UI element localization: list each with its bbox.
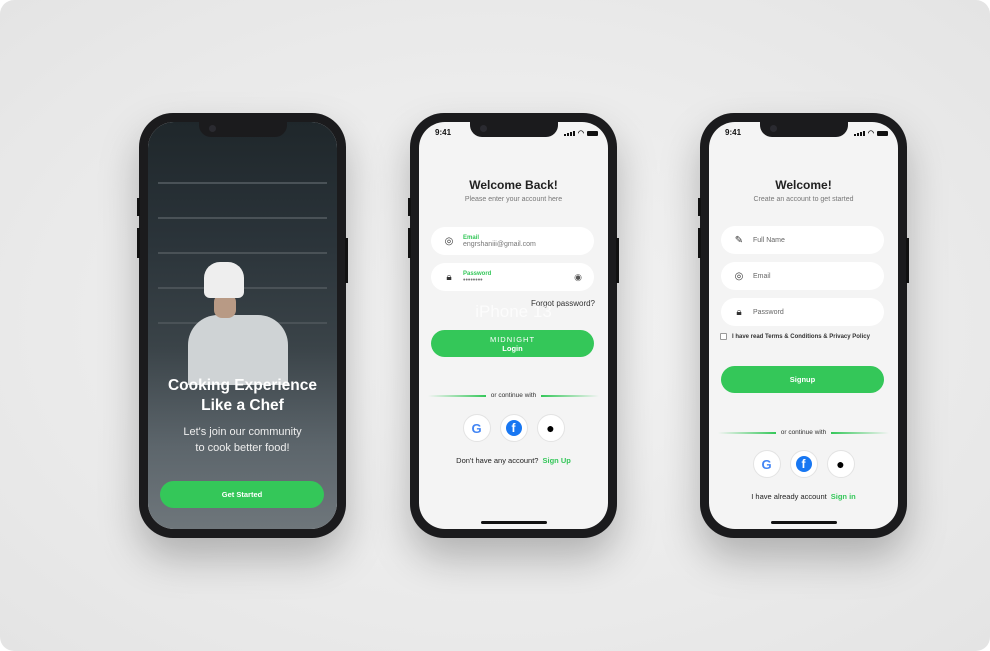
- signup-button[interactable]: Signup: [721, 366, 884, 393]
- terms-checkbox[interactable]: I have read Terms & Conditions & Privacy…: [720, 333, 870, 340]
- wifi-icon: ◠: [867, 130, 874, 137]
- email-field[interactable]: ◎ Email engrshaniii@gmail.com: [431, 227, 594, 255]
- battery-icon: [877, 130, 888, 136]
- lock-icon: 🔒︎: [736, 306, 742, 318]
- battery-icon: [587, 130, 598, 136]
- facebook-button[interactable]: f: [789, 450, 818, 478]
- login-button[interactable]: MIDNIGHT Login: [431, 330, 594, 357]
- facebook-icon: f: [795, 456, 812, 472]
- apple-button[interactable]: ●: [826, 450, 855, 478]
- google-icon: G: [761, 456, 772, 472]
- eye-icon[interactable]: ◉: [574, 272, 582, 283]
- password-field[interactable]: 🔒︎ Password: [721, 298, 884, 326]
- apple-button[interactable]: ●: [536, 414, 565, 442]
- signup-prompt: Don't have any account? Sign Up: [456, 456, 571, 465]
- watermark: iPhone 13: [475, 302, 552, 321]
- signup-screen: 9:41 ◠ Welcome! Create an account to get …: [709, 122, 898, 529]
- signal-icon: [563, 130, 575, 136]
- password-field[interactable]: 🔒︎ Password •••••••• ◉: [431, 263, 594, 291]
- page-subtitle: Create an account to get started: [753, 196, 854, 203]
- user-icon: ◎: [444, 235, 454, 247]
- apple-icon: ●: [546, 420, 555, 436]
- get-started-button[interactable]: Get Started: [160, 481, 324, 508]
- checkbox-icon: [720, 333, 727, 340]
- facebook-icon: f: [505, 420, 522, 436]
- signin-prompt: I have already account Sign in: [751, 492, 856, 501]
- page-subtitle: Please enter your account here: [464, 196, 563, 203]
- lock-icon: 🔒︎: [446, 271, 452, 283]
- divider: or continue with: [709, 429, 898, 436]
- onboarding-subtitle: Let's join our community to cook better f…: [183, 426, 302, 454]
- onboarding-title: Cooking Experience Like a Chef: [167, 377, 317, 414]
- facebook-button[interactable]: f: [499, 414, 528, 442]
- page-title: Welcome!: [775, 178, 832, 192]
- user-icon: ◎: [734, 270, 744, 282]
- divider: or continue with: [419, 392, 608, 399]
- phone-signup: 9:41 ◠ Welcome! Create an account to get …: [698, 113, 909, 538]
- signal-icon: [853, 130, 865, 136]
- user-edit-icon: ✎: [734, 234, 744, 246]
- phone-login: 9:41 ◠ Welcome Back! Please enter your ac…: [408, 113, 619, 538]
- full-name-field[interactable]: ✎ Full Name: [721, 226, 884, 254]
- sign-up-link[interactable]: Sign Up: [542, 456, 570, 465]
- google-button[interactable]: G: [462, 414, 491, 442]
- status-bar: 9:41 ◠: [419, 128, 608, 140]
- phone-onboarding: Cooking Experience Like a Chef Let's join…: [137, 113, 348, 538]
- google-icon: G: [471, 420, 482, 436]
- wifi-icon: ◠: [577, 130, 584, 137]
- page-title: Welcome Back!: [469, 178, 558, 192]
- chef-hero-image: [148, 122, 337, 529]
- status-bar: 9:41 ◠: [709, 128, 898, 140]
- home-indicator: [770, 521, 837, 524]
- google-button[interactable]: G: [752, 450, 781, 478]
- apple-icon: ●: [836, 456, 845, 472]
- login-screen: 9:41 ◠ Welcome Back! Please enter your ac…: [419, 122, 608, 529]
- email-field[interactable]: ◎ Email: [721, 262, 884, 290]
- sign-in-link[interactable]: Sign in: [831, 492, 856, 501]
- onboarding-screen: Cooking Experience Like a Chef Let's join…: [148, 122, 337, 529]
- home-indicator: [480, 521, 547, 524]
